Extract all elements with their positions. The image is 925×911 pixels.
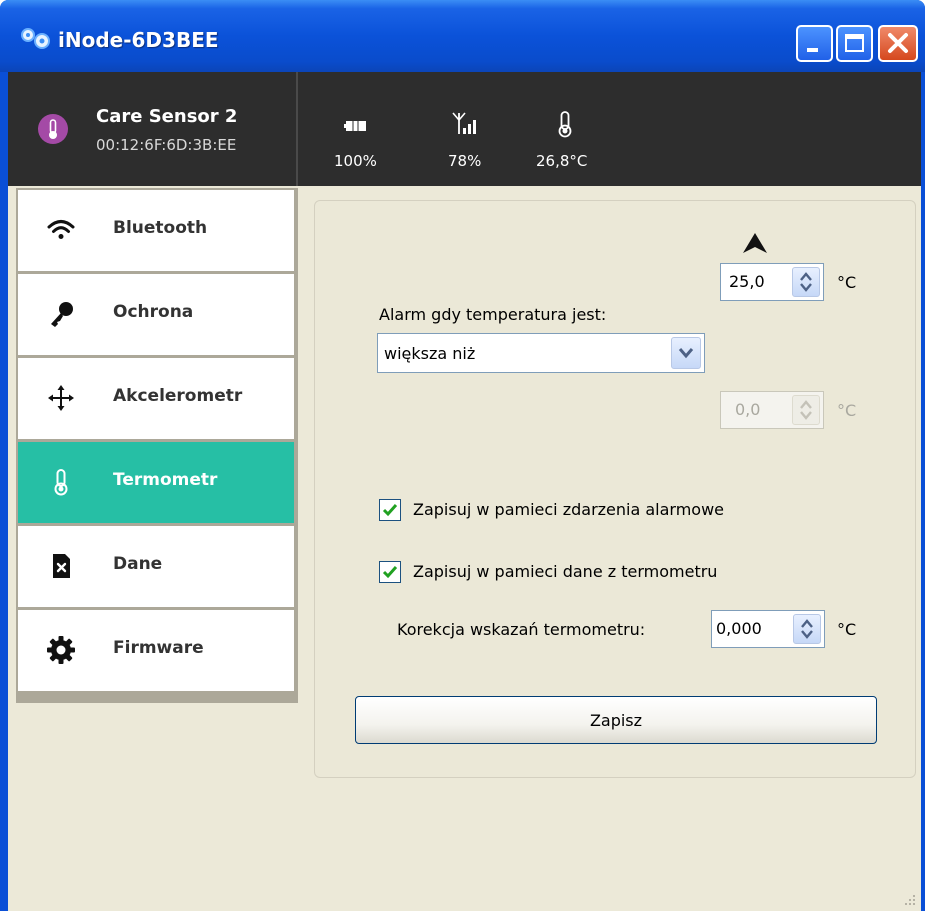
- alarm-condition-select[interactable]: większa niż: [377, 333, 705, 373]
- alarm-condition-label: Alarm gdy temperatura jest:: [379, 305, 607, 324]
- device-name: Care Sensor 2: [96, 106, 238, 127]
- checkmark-icon: [382, 504, 398, 517]
- save-button[interactable]: Zapisz: [355, 696, 877, 744]
- key-icon: [51, 302, 73, 327]
- arrow-up-icon: [743, 233, 767, 253]
- thermometer-icon: [54, 469, 68, 496]
- app-window: iNode-6D3BEE Care Sensor 2 00:12:6F:6D:3…: [0, 0, 925, 911]
- chevron-down-icon: [678, 348, 694, 359]
- sidebar-item-termometr[interactable]: Termometr: [18, 442, 294, 523]
- signal-icon: [452, 112, 476, 134]
- gear-icon: [47, 636, 75, 664]
- temperature-value: 26,8°C: [536, 152, 588, 170]
- log-thermo-data-label[interactable]: Zapisuj w pamieci dane z termometru: [413, 562, 717, 581]
- upper-threshold-unit: °C: [837, 273, 857, 292]
- sidebar-item-bluetooth[interactable]: Bluetooth: [18, 190, 294, 271]
- correction-unit: °C: [837, 620, 857, 639]
- signal-value: 78%: [448, 152, 482, 170]
- close-button[interactable]: [878, 25, 918, 62]
- stepper-arrows-icon: [800, 400, 812, 420]
- window-title: iNode-6D3BEE: [58, 28, 219, 52]
- sidebar-item-label: Akcelerometr: [113, 386, 243, 406]
- alarm-condition-value: większa niż: [384, 344, 476, 363]
- sidebar-item-label: Firmware: [113, 638, 204, 658]
- correction-stepper[interactable]: [793, 614, 821, 644]
- stepper-arrows-icon: [801, 619, 813, 639]
- thermometer-icon: [558, 111, 572, 138]
- sidebar-item-dane[interactable]: Dane: [18, 526, 294, 607]
- device-thermometer-icon: [38, 114, 68, 144]
- resize-grip-icon[interactable]: [903, 893, 917, 907]
- sidebar-item-label: Bluetooth: [113, 218, 208, 238]
- correction-spinbox[interactable]: 0,000: [711, 610, 825, 648]
- minimize-button[interactable]: [796, 25, 833, 62]
- lower-threshold-unit: °C: [837, 401, 857, 420]
- log-alarm-events-label[interactable]: Zapisuj w pamieci zdarzenia alarmowe: [413, 500, 724, 519]
- correction-value: 0,000: [716, 619, 762, 638]
- battery-icon: [344, 121, 366, 131]
- app-gears-icon: [21, 28, 50, 49]
- battery-stat: 100%: [334, 110, 414, 180]
- sidebar-item-akcelerometr[interactable]: Akcelerometr: [18, 358, 294, 439]
- log-thermo-data-checkbox[interactable]: [379, 561, 401, 583]
- close-icon: [888, 33, 908, 53]
- thermometer-settings-panel: 25,0 °C Alarm gdy temperatura jest: więk…: [314, 200, 916, 778]
- lower-threshold-stepper: [792, 395, 820, 425]
- minimize-icon: [807, 48, 818, 52]
- temperature-stat: 26,8°C: [536, 110, 616, 180]
- move-arrows-icon: [48, 385, 74, 411]
- maximize-icon: [845, 34, 864, 52]
- client-area: Care Sensor 2 00:12:6F:6D:3B:EE 100% 78%…: [8, 72, 921, 911]
- sidebar-item-firmware[interactable]: Firmware: [18, 610, 294, 691]
- header-divider: [296, 72, 298, 186]
- sidebar-item-ochrona[interactable]: Ochrona: [18, 274, 294, 355]
- signal-stat: 78%: [448, 110, 528, 180]
- dropdown-button[interactable]: [671, 337, 701, 369]
- maximize-button[interactable]: [836, 25, 873, 62]
- stepper-arrows-icon: [800, 272, 812, 292]
- sidebar-item-label: Ochrona: [113, 302, 194, 322]
- upper-threshold-spinbox[interactable]: 25,0: [720, 263, 824, 301]
- lower-threshold-value: 0,0: [735, 400, 761, 419]
- sidebar-item-label: Dane: [113, 554, 163, 574]
- correction-label: Korekcja wskazań termometru:: [397, 620, 646, 639]
- lower-threshold-spinbox: 0,0: [720, 391, 824, 429]
- title-bar[interactable]: iNode-6D3BEE: [0, 0, 925, 72]
- sidebar: Bluetooth Ochrona Akcelerometr Termometr…: [16, 188, 298, 703]
- device-mac: 00:12:6F:6D:3B:EE: [96, 136, 237, 154]
- log-alarm-events-checkbox[interactable]: [379, 499, 401, 521]
- upper-threshold-stepper[interactable]: [792, 267, 820, 297]
- sd-card-icon: [53, 554, 70, 578]
- battery-value: 100%: [334, 152, 377, 170]
- upper-threshold-value: 25,0: [729, 272, 765, 291]
- wifi-icon: [47, 220, 75, 239]
- sidebar-item-label: Termometr: [113, 470, 218, 490]
- device-header: Care Sensor 2 00:12:6F:6D:3B:EE 100% 78%…: [8, 72, 921, 186]
- checkmark-icon: [382, 566, 398, 579]
